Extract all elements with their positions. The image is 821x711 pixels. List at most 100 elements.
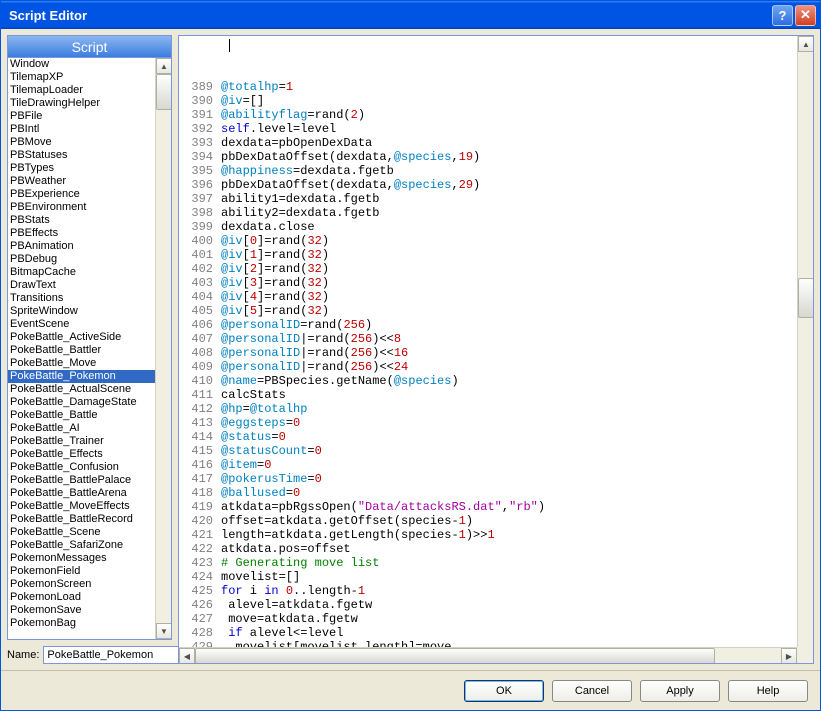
help-button[interactable]: Help bbox=[728, 680, 808, 702]
sidebar-item[interactable]: PokeBattle_BattleArena bbox=[8, 487, 155, 500]
titlebar[interactable]: Script Editor ? ✕ bbox=[1, 1, 820, 29]
code-text[interactable]: self.level=level bbox=[221, 122, 797, 136]
code-line[interactable]: 400@iv[0]=rand(32) bbox=[179, 234, 797, 248]
code-text[interactable]: if alevel<=level bbox=[221, 626, 797, 640]
code-text[interactable]: atkdata.pos=offset bbox=[221, 542, 797, 556]
code-hscrollbar[interactable]: ◀ ▶ bbox=[179, 647, 797, 663]
sidebar-item[interactable]: PBEffects bbox=[8, 227, 155, 240]
code-text[interactable]: @statusCount=0 bbox=[221, 444, 797, 458]
code-text[interactable]: calcStats bbox=[221, 388, 797, 402]
sidebar-item[interactable]: TileDrawingHelper bbox=[8, 97, 155, 110]
sidebar-item[interactable]: PokemonBag bbox=[8, 617, 155, 630]
code-text[interactable]: for i in 0..length-1 bbox=[221, 584, 797, 598]
sidebar-item[interactable]: PokeBattle_ActiveSide bbox=[8, 331, 155, 344]
code-vscrollbar[interactable]: ▲ ▼ bbox=[797, 36, 813, 663]
code-line[interactable]: 390@iv=[] bbox=[179, 94, 797, 108]
sidebar-item[interactable]: PokemonSave bbox=[8, 604, 155, 617]
sidebar-item[interactable]: Window bbox=[8, 58, 155, 71]
code-line[interactable]: 427 move=atkdata.fgetw bbox=[179, 612, 797, 626]
sidebar-item[interactable]: BitmapCache bbox=[8, 266, 155, 279]
sidebar-item[interactable]: PBExperience bbox=[8, 188, 155, 201]
code-text[interactable]: @iv[2]=rand(32) bbox=[221, 262, 797, 276]
sidebar-item[interactable]: PokeBattle_SafariZone bbox=[8, 539, 155, 552]
sidebar-item[interactable]: PBWeather bbox=[8, 175, 155, 188]
titlebar-help-button[interactable]: ? bbox=[772, 5, 793, 26]
code-text[interactable]: @personalID=rand(256) bbox=[221, 318, 797, 332]
titlebar-close-button[interactable]: ✕ bbox=[795, 5, 816, 26]
sidebar-item[interactable]: PBEnvironment bbox=[8, 201, 155, 214]
code-text[interactable]: @status=0 bbox=[221, 430, 797, 444]
cancel-button[interactable]: Cancel bbox=[552, 680, 632, 702]
code-line[interactable]: 407@personalID|=rand(256)<<8 bbox=[179, 332, 797, 346]
code-text[interactable]: @happiness=dexdata.fgetb bbox=[221, 164, 797, 178]
code-line[interactable]: 429 movelist[movelist.length]=move bbox=[179, 640, 797, 647]
sidebar-item[interactable]: EventScene bbox=[8, 318, 155, 331]
code-line[interactable]: 415@statusCount=0 bbox=[179, 444, 797, 458]
scroll-thumb[interactable] bbox=[195, 648, 715, 664]
code-text[interactable]: ability1=dexdata.fgetb bbox=[221, 192, 797, 206]
code-text[interactable]: @name=PBSpecies.getName(@species) bbox=[221, 374, 797, 388]
scroll-up-icon[interactable]: ▲ bbox=[156, 58, 172, 74]
code-line[interactable]: 395@happiness=dexdata.fgetb bbox=[179, 164, 797, 178]
sidebar-item[interactable]: PokemonField bbox=[8, 565, 155, 578]
sidebar-item[interactable]: PokeBattle_ActualScene bbox=[8, 383, 155, 396]
code-line[interactable]: 392self.level=level bbox=[179, 122, 797, 136]
code-text[interactable]: move=atkdata.fgetw bbox=[221, 612, 797, 626]
apply-button[interactable]: Apply bbox=[640, 680, 720, 702]
scroll-thumb[interactable] bbox=[798, 278, 814, 318]
code-text[interactable]: pbDexDataOffset(dexdata,@species,29) bbox=[221, 178, 797, 192]
code-line[interactable]: 422atkdata.pos=offset bbox=[179, 542, 797, 556]
sidebar-item[interactable]: PBDebug bbox=[8, 253, 155, 266]
code-line[interactable]: 401@iv[1]=rand(32) bbox=[179, 248, 797, 262]
code-line[interactable]: 393dexdata=pbOpenDexData bbox=[179, 136, 797, 150]
code-line[interactable]: 409@personalID|=rand(256)<<24 bbox=[179, 360, 797, 374]
sidebar-item[interactable]: PokemonMessages bbox=[8, 552, 155, 565]
code-line[interactable]: 408@personalID|=rand(256)<<16 bbox=[179, 346, 797, 360]
code-text[interactable]: length=atkdata.getLength(species-1)>>1 bbox=[221, 528, 797, 542]
script-list-scrollbar[interactable]: ▲ ▼ bbox=[155, 58, 171, 639]
code-line[interactable]: 416@item=0 bbox=[179, 458, 797, 472]
code-line[interactable]: 428 if alevel<=level bbox=[179, 626, 797, 640]
code-line[interactable]: 391@abilityflag=rand(2) bbox=[179, 108, 797, 122]
code-line[interactable]: 402@iv[2]=rand(32) bbox=[179, 262, 797, 276]
sidebar-item[interactable]: PokeBattle_BattlePalace bbox=[8, 474, 155, 487]
scroll-up-icon[interactable]: ▲ bbox=[798, 36, 814, 52]
sidebar-item[interactable]: PokemonLoad bbox=[8, 591, 155, 604]
sidebar-item[interactable]: PokeBattle_BattleRecord bbox=[8, 513, 155, 526]
sidebar-item[interactable]: PBStats bbox=[8, 214, 155, 227]
sidebar-item[interactable]: PokeBattle_Battler bbox=[8, 344, 155, 357]
code-text[interactable]: movelist=[] bbox=[221, 570, 797, 584]
sidebar-item[interactable]: PokeBattle_Move bbox=[8, 357, 155, 370]
sidebar-item[interactable]: PBMove bbox=[8, 136, 155, 149]
code-text[interactable]: @personalID|=rand(256)<<16 bbox=[221, 346, 797, 360]
code-line[interactable]: 414@status=0 bbox=[179, 430, 797, 444]
script-name-input[interactable] bbox=[43, 646, 193, 664]
code-text[interactable]: pbDexDataOffset(dexdata,@species,19) bbox=[221, 150, 797, 164]
sidebar-item[interactable]: TilemapLoader bbox=[8, 84, 155, 97]
code-line[interactable]: 412@hp=@totalhp bbox=[179, 402, 797, 416]
code-line[interactable]: 424movelist=[] bbox=[179, 570, 797, 584]
code-line[interactable]: 399dexdata.close bbox=[179, 220, 797, 234]
code-text[interactable]: dexdata.close bbox=[221, 220, 797, 234]
sidebar-item[interactable]: PBIntl bbox=[8, 123, 155, 136]
code-text[interactable]: @iv[5]=rand(32) bbox=[221, 304, 797, 318]
code-text[interactable]: alevel=atkdata.fgetw bbox=[221, 598, 797, 612]
code-line[interactable]: 404@iv[4]=rand(32) bbox=[179, 290, 797, 304]
scroll-left-icon[interactable]: ◀ bbox=[179, 648, 195, 664]
sidebar-item[interactable]: PokeBattle_Battle bbox=[8, 409, 155, 422]
sidebar-item[interactable]: TilemapXP bbox=[8, 71, 155, 84]
code-text[interactable]: atkdata=pbRgssOpen("Data/attacksRS.dat",… bbox=[221, 500, 797, 514]
code-line[interactable]: 418@ballused=0 bbox=[179, 486, 797, 500]
scroll-thumb[interactable] bbox=[156, 74, 172, 110]
code-line[interactable]: 419atkdata=pbRgssOpen("Data/attacksRS.da… bbox=[179, 500, 797, 514]
code-text[interactable]: @iv[0]=rand(32) bbox=[221, 234, 797, 248]
sidebar-item[interactable]: Transitions bbox=[8, 292, 155, 305]
sidebar-item[interactable]: PokeBattle_Scene bbox=[8, 526, 155, 539]
sidebar-item[interactable]: SpriteWindow bbox=[8, 305, 155, 318]
code-line[interactable]: 426 alevel=atkdata.fgetw bbox=[179, 598, 797, 612]
code-line[interactable]: 425for i in 0..length-1 bbox=[179, 584, 797, 598]
code-line[interactable]: 413@eggsteps=0 bbox=[179, 416, 797, 430]
ok-button[interactable]: OK bbox=[464, 680, 544, 702]
code-text[interactable]: movelist[movelist.length]=move bbox=[221, 640, 797, 647]
code-line[interactable]: 403@iv[3]=rand(32) bbox=[179, 276, 797, 290]
